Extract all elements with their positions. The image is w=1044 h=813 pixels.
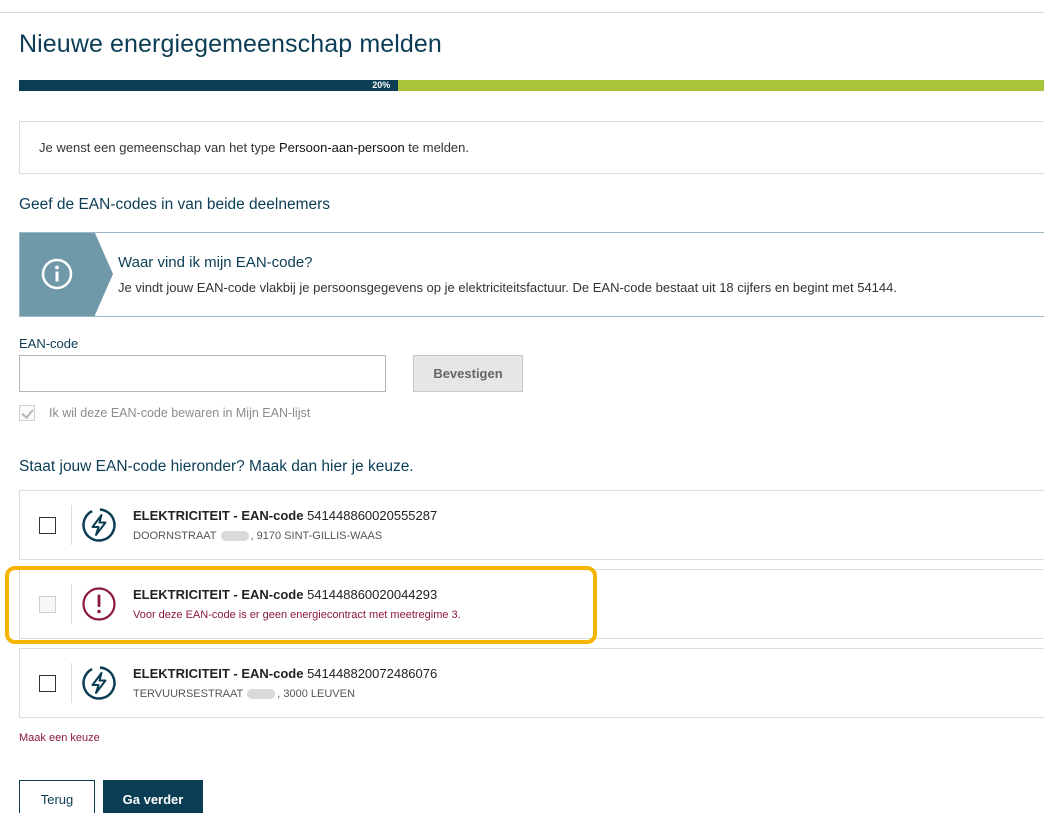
ean-item-address: TERVUURSESTRAAT , 3000 LEUVEN — [133, 688, 355, 700]
ean-code-input[interactable] — [19, 355, 386, 392]
ean-list-item[interactable]: ELEKTRICITEIT - EAN-code 541448820072486… — [19, 648, 1044, 718]
confirm-button[interactable]: Bevestigen — [413, 355, 523, 392]
warning-exclamation-icon — [82, 587, 116, 621]
ean-item-checkbox[interactable] — [39, 517, 56, 534]
ean-item-code: 541448820072486076 — [307, 666, 438, 681]
ean-section-heading: Geef de EAN-codes in van beide deelnemer… — [19, 196, 331, 213]
ean-item-street: TERVUURSESTRAAT — [133, 688, 244, 700]
ean-item-title: ELEKTRICITEIT - EAN-code 541448860020044… — [133, 587, 437, 602]
ean-item-code: 541448860020044293 — [307, 587, 438, 602]
ean-item-city: , 3000 LEUVEN — [277, 688, 355, 700]
type-notice-prefix: Je wenst een gemeenschap van het type — [39, 140, 279, 155]
page-title: Nieuwe energiegemeenschap melden — [19, 30, 442, 58]
lightning-icon — [82, 666, 116, 700]
item-divider — [71, 505, 72, 545]
save-ean-label: Ik wil deze EAN-code bewaren in Mijn EAN… — [49, 406, 311, 420]
ean-list-item[interactable]: ELEKTRICITEIT - EAN-code 541448860020555… — [19, 490, 1044, 560]
info-circle-icon — [41, 258, 73, 290]
choice-error-message: Maak een keuze — [19, 732, 100, 744]
item-divider — [71, 663, 72, 703]
save-ean-row: Ik wil deze EAN-code bewaren in Mijn EAN… — [19, 405, 310, 421]
community-type-notice: Je wenst een gemeenschap van het type Pe… — [19, 121, 1044, 174]
ean-list-item: ELEKTRICITEIT - EAN-code 541448860020044… — [19, 569, 1044, 639]
ean-item-error: Voor deze EAN-code is er geen energiecon… — [133, 609, 461, 621]
ean-item-title: ELEKTRICITEIT - EAN-code 541448820072486… — [133, 666, 437, 681]
ean-code-label: EAN-code — [19, 336, 79, 351]
save-ean-checkbox[interactable] — [19, 405, 35, 421]
ean-info-panel: Waar vind ik mijn EAN-code? Je vindt jou… — [19, 232, 1044, 317]
lightning-icon — [82, 508, 116, 542]
type-notice-suffix: te melden. — [404, 140, 470, 155]
top-divider — [0, 12, 1044, 13]
ean-item-address: DOORNSTRAAT , 9170 SINT-GILLIS-WAAS — [133, 530, 382, 542]
ean-list-heading: Staat jouw EAN-code hieronder? Maak dan … — [19, 458, 414, 475]
info-panel-icon-area — [20, 233, 113, 316]
progress-label: 20% — [372, 80, 391, 90]
ean-item-checkbox[interactable] — [39, 675, 56, 692]
progress-bar: 20% — [19, 80, 1044, 91]
ean-item-code: 541448860020555287 — [307, 508, 438, 523]
ean-item-type: ELEKTRICITEIT - EAN-code — [133, 666, 304, 681]
redacted-house-number — [220, 531, 249, 541]
ean-item-title: ELEKTRICITEIT - EAN-code 541448860020555… — [133, 508, 437, 523]
item-divider — [71, 584, 72, 624]
next-button[interactable]: Ga verder — [103, 780, 203, 813]
progress-bar-fill: 20% — [19, 80, 399, 91]
ean-item-type: ELEKTRICITEIT - EAN-code — [133, 508, 304, 523]
ean-item-city: , 9170 SINT-GILLIS-WAAS — [250, 530, 383, 542]
back-button[interactable]: Terug — [19, 780, 95, 813]
ean-item-checkbox — [39, 596, 56, 613]
redacted-house-number — [247, 689, 276, 699]
info-text: Je vindt jouw EAN-code vlakbij je persoo… — [118, 280, 897, 295]
ean-item-street: DOORNSTRAAT — [133, 530, 217, 542]
info-title: Waar vind ik mijn EAN-code? — [118, 254, 313, 271]
ean-item-type: ELEKTRICITEIT - EAN-code — [133, 587, 304, 602]
community-type-name: Persoon-aan-persoon — [278, 140, 405, 155]
